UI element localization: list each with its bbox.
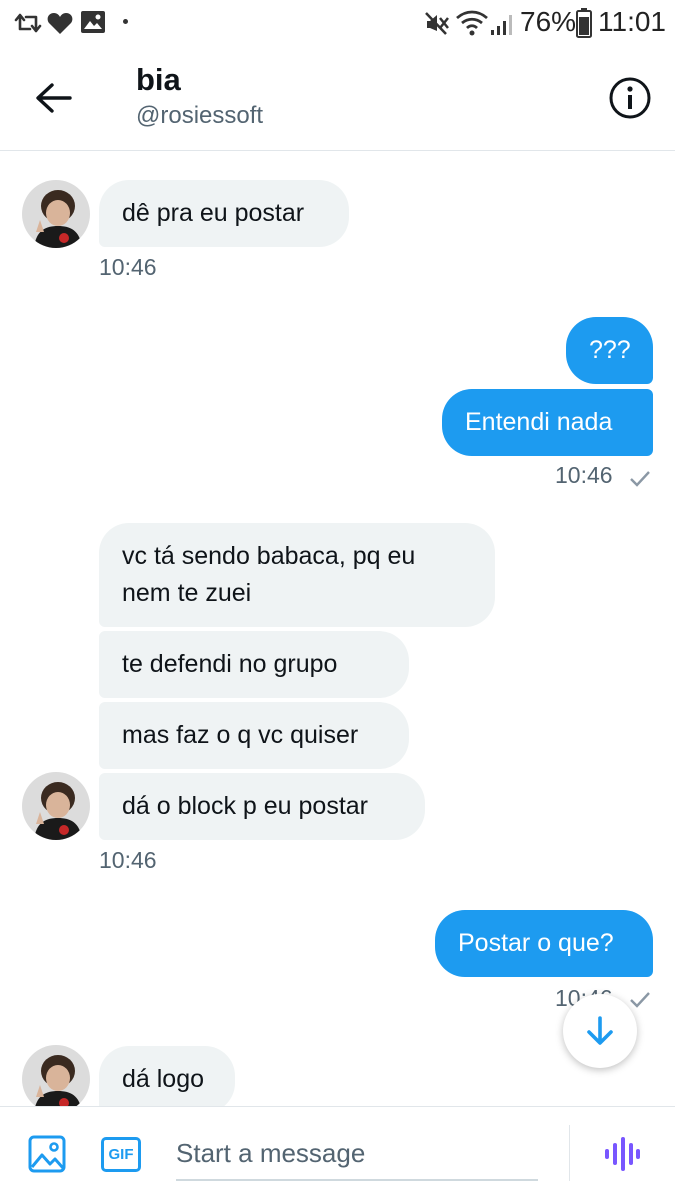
arrow-down-icon (587, 1016, 613, 1045)
check-icon (630, 992, 650, 1008)
image-icon (81, 11, 105, 33)
voice-icon[interactable] (604, 1135, 640, 1173)
message-line: vc tá sendo babaca, pq eu (122, 542, 416, 570)
wifi-icon (456, 10, 488, 36)
retweet-icon (14, 13, 42, 33)
conversation-handle[interactable]: @rosiessoft (136, 102, 263, 130)
message-bubble[interactable]: dá logo (99, 1046, 235, 1113)
avatar[interactable] (22, 1045, 90, 1113)
back-arrow-icon[interactable] (28, 76, 78, 120)
conversation-header: bia @rosiessoft (0, 46, 675, 151)
avatar[interactable] (22, 772, 90, 840)
clock: 11:01 (598, 6, 666, 37)
message-timestamp: 10:46 (555, 462, 613, 488)
message-bubble[interactable]: ??? (566, 317, 653, 384)
signal-icon (491, 15, 512, 35)
gif-icon[interactable]: GIF (101, 1137, 141, 1172)
battery-percent: 76% (520, 6, 577, 37)
message-timestamp: 10:46 (99, 847, 157, 873)
message-timestamp: 10:46 (99, 254, 157, 280)
message-bubble[interactable]: vc tá sendo babaca, pq eu nem te zuei (99, 523, 495, 627)
status-bar: 76% 11:01 (0, 0, 675, 46)
message-bubble[interactable]: Entendi nada (442, 389, 653, 456)
message-bubble[interactable]: te defendi no grupo (99, 631, 409, 698)
media-icon[interactable] (28, 1135, 66, 1173)
message-input[interactable] (176, 1127, 538, 1181)
message-bubble[interactable]: dê pra eu postar (99, 180, 349, 247)
scroll-to-bottom-button[interactable] (563, 994, 637, 1068)
message-composer: GIF (0, 1106, 675, 1201)
battery-icon (576, 8, 592, 38)
composer-divider (569, 1125, 570, 1181)
mute-icon (425, 12, 449, 35)
dot-indicator (123, 19, 128, 24)
message-line: nem te zuei (122, 579, 252, 607)
heart-icon (47, 13, 73, 34)
message-bubble[interactable]: mas faz o q vc quiser (99, 702, 409, 769)
message-bubble[interactable]: Postar o que? (435, 910, 653, 977)
info-icon[interactable] (608, 76, 652, 120)
avatar[interactable] (22, 180, 90, 248)
check-icon (630, 471, 650, 487)
conversation-title[interactable]: bia (136, 62, 181, 98)
message-bubble[interactable]: dá o block p eu postar (99, 773, 425, 840)
